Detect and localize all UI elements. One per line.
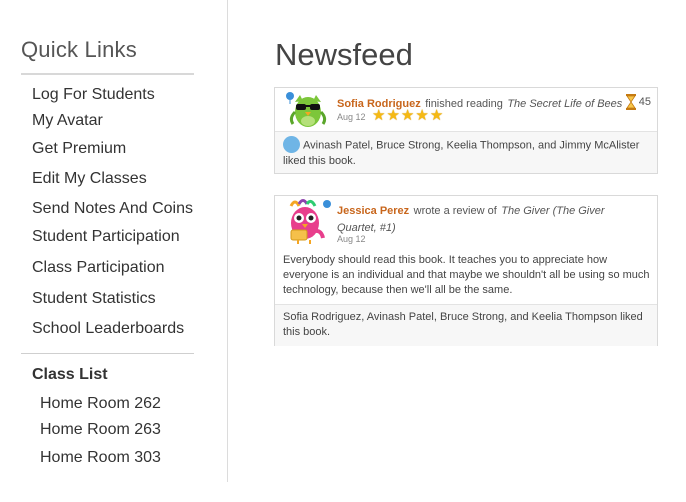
feed-date: Aug 12 — [337, 234, 366, 244]
feed-item: Sofia Rodriguez finished reading The Sec… — [274, 87, 658, 174]
divider — [21, 353, 194, 354]
star-icon: ★ — [386, 107, 400, 124]
divider — [21, 73, 194, 75]
reading-time: 45 — [625, 94, 651, 110]
link-class-participation[interactable]: Class Participation — [32, 259, 165, 277]
feed-action: wrote a review of — [413, 205, 497, 217]
hourglass-icon — [625, 94, 636, 110]
link-student-statistics[interactable]: Student Statistics — [32, 290, 156, 308]
class-room-262[interactable]: Home Room 262 — [40, 395, 161, 413]
owl-avatar-icon[interactable] — [281, 198, 333, 246]
class-list-title: Class List — [32, 366, 108, 383]
likes-text: Sofia Rodriguez, Avinash Patel, Bruce St… — [283, 311, 643, 338]
link-my-avatar[interactable]: My Avatar — [32, 112, 103, 130]
class-room-263[interactable]: Home Room 263 — [40, 421, 161, 439]
small-avatar-icon — [283, 136, 300, 153]
likes-footer: Sofia Rodriguez, Avinash Patel, Bruce St… — [275, 304, 657, 346]
page-title: Newsfeed — [275, 37, 413, 72]
owl-avatar-icon[interactable] — [281, 90, 333, 130]
quick-links-title: Quick Links — [21, 37, 137, 62]
link-get-premium[interactable]: Get Premium — [32, 140, 126, 158]
likes-footer: Avinash Patel, Bruce Strong, Keelia Thom… — [275, 131, 657, 173]
feed-item: Jessica Perez wrote a review of The Give… — [274, 195, 658, 346]
book-title-link[interactable]: The Secret Life of Bees — [507, 98, 622, 110]
star-icon: ★ — [372, 107, 386, 124]
star-icon: ★ — [415, 107, 429, 124]
reading-minutes: 45 — [638, 96, 651, 108]
link-send-notes-and-coins[interactable]: Send Notes And Coins — [32, 200, 193, 218]
feed-date: Aug 12 — [337, 112, 366, 122]
sidebar: Quick Links Log For Students My Avatar G… — [0, 0, 228, 482]
link-log-for-students[interactable]: Log For Students — [32, 86, 155, 104]
star-icon: ★ — [429, 107, 444, 124]
rating-stars: ★ ★ ★ ★ ★ — [372, 108, 443, 123]
class-room-303[interactable]: Home Room 303 — [40, 449, 161, 467]
link-student-participation[interactable]: Student Participation — [32, 228, 180, 246]
user-name-link[interactable]: Jessica Perez — [337, 205, 409, 217]
likes-text: Avinash Patel, Bruce Strong, Keelia Thom… — [283, 139, 640, 167]
link-school-leaderboards[interactable]: School Leaderboards — [32, 320, 184, 338]
feed-headline: Jessica Perez wrote a review of The Give… — [337, 202, 637, 236]
star-icon: ★ — [400, 107, 415, 124]
review-text: Everybody should read this book. It teac… — [283, 254, 650, 296]
link-edit-my-classes[interactable]: Edit My Classes — [32, 170, 147, 188]
